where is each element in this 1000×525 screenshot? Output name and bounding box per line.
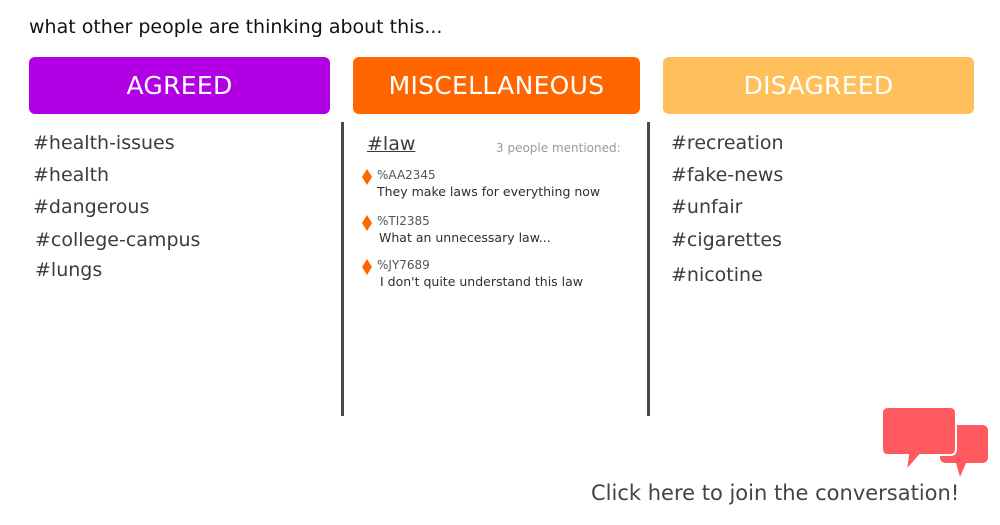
comment-user-id: %TI2385 [377,214,430,228]
mention-count: 3 people mentioned: [496,141,621,155]
agreed-tag-health[interactable]: #health [33,164,109,186]
selected-tag-law[interactable]: #law [367,133,415,155]
disagreed-header[interactable]: DISAGREED [663,57,974,114]
chat-bubbles-icon[interactable] [882,405,990,479]
comment-text: They make laws for everything now [377,184,601,199]
agreed-header[interactable]: AGREED [29,57,330,114]
disagreed-tag-nicotine[interactable]: #nicotine [671,264,763,286]
join-conversation-link[interactable]: Click here to join the conversation! [591,481,959,505]
miscellaneous-header[interactable]: MISCELLANEOUS [353,57,640,114]
disagreed-tag-recreation[interactable]: #recreation [671,132,784,154]
agreed-tag-college-campus[interactable]: #college-campus [35,229,200,251]
disagreed-tag-cigarettes[interactable]: #cigarettes [671,229,782,251]
column-divider-left [341,122,344,416]
comment-user-id: %AA2345 [377,168,436,182]
agreed-tag-dangerous[interactable]: #dangerous [33,196,149,218]
disagreed-tag-fake-news[interactable]: #fake-news [671,164,783,186]
diamond-icon [362,215,372,231]
diamond-icon [362,169,372,185]
intro-text: what other people are thinking about thi… [29,16,443,38]
comment-text: I don't quite understand this law [380,274,584,289]
disagreed-tag-unfair[interactable]: #unfair [671,196,742,218]
agreed-tag-health-issues[interactable]: #health-issues [33,132,175,154]
comment-user-id: %JY7689 [377,258,430,272]
agreed-tag-lungs[interactable]: #lungs [35,259,102,281]
comment-text: What an unnecessary law... [379,230,551,245]
column-divider-right [647,122,650,416]
diamond-icon [362,259,372,275]
